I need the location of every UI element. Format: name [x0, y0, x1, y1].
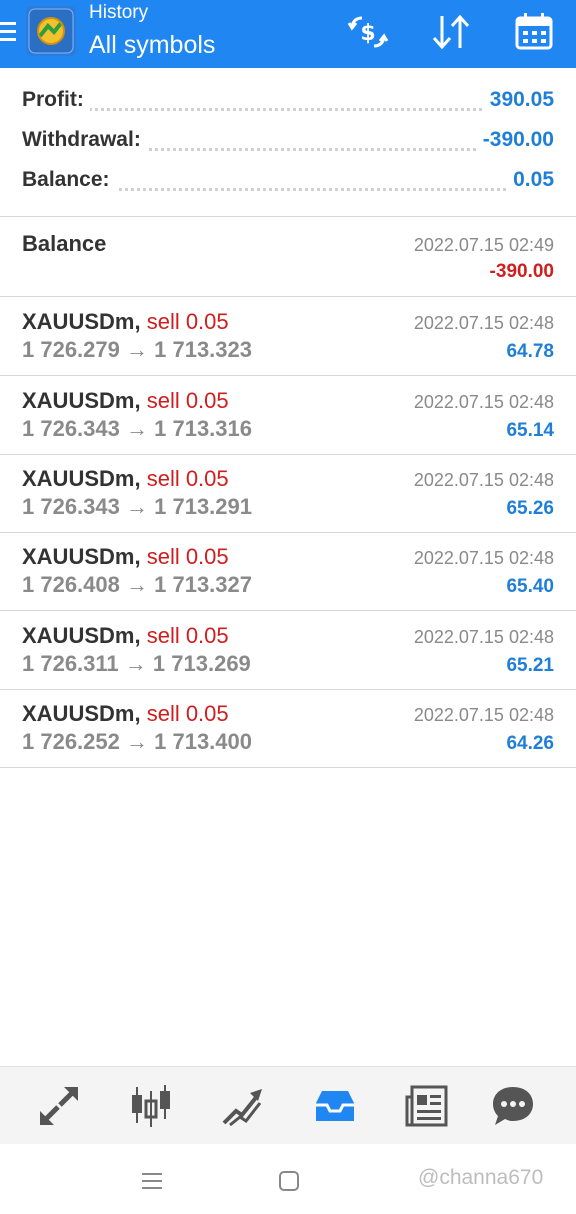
- deal-prices: 1 726.279 → 1 713.323: [22, 337, 252, 363]
- deal-row[interactable]: XAUUSDm, sell 0.05 1 726.343 → 1 713.291…: [0, 454, 576, 533]
- sort-icon[interactable]: [430, 10, 474, 54]
- deal-time: 2022.07.15 02:48: [413, 627, 554, 647]
- chart-icon[interactable]: [128, 1083, 174, 1129]
- symbol-name: XAUUSDm,: [22, 466, 141, 491]
- deal-side: sell 0.05: [146, 701, 229, 726]
- deal-profit: 65.14: [506, 420, 554, 441]
- close-price: 1 713.327: [154, 572, 252, 597]
- deal-prices: 1 726.311 → 1 713.269: [22, 651, 251, 677]
- open-price: 1 726.279: [22, 337, 120, 362]
- withdrawal-label: Withdrawal:: [22, 128, 147, 152]
- balance-label: Balance:: [22, 168, 116, 192]
- calendar-icon[interactable]: [512, 10, 556, 54]
- watermark: @channa670: [418, 1166, 544, 1189]
- arrow-icon: →: [126, 337, 148, 362]
- close-price: 1 713.316: [154, 416, 252, 441]
- open-price: 1 726.252: [22, 729, 120, 754]
- menu-icon[interactable]: [0, 20, 18, 44]
- currency-exchange-icon[interactable]: $: [346, 10, 390, 54]
- deal-prices: 1 726.408 → 1 713.327: [22, 572, 252, 598]
- arrow-icon: →: [124, 651, 147, 676]
- symbol-name: XAUUSDm,: [22, 623, 141, 648]
- arrow-icon: →: [126, 494, 148, 519]
- withdrawal-value: -390.00: [476, 128, 554, 152]
- deal-side: sell 0.05: [146, 544, 229, 569]
- deal-time: 2022.07.15 02:48: [413, 392, 554, 412]
- deal-symbol: XAUUSDm, sell 0.05: [22, 623, 229, 649]
- deal-profit: 64.78: [506, 341, 554, 362]
- symbol-name: XAUUSDm,: [22, 309, 141, 334]
- chat-icon[interactable]: [490, 1083, 536, 1129]
- arrow-icon: →: [126, 729, 148, 754]
- deal-side: sell 0.05: [146, 623, 229, 648]
- header-title[interactable]: All symbols: [89, 30, 215, 60]
- deal-prices: 1 726.252 → 1 713.400: [22, 729, 252, 755]
- deal-row[interactable]: XAUUSDm, sell 0.05 1 726.343 → 1 713.316…: [0, 376, 576, 455]
- deal-row[interactable]: XAUUSDm, sell 0.05 1 726.279 → 1 713.323…: [0, 297, 576, 376]
- header-subtitle: History: [89, 2, 149, 23]
- summary-panel: Profit: 390.05 Withdrawal: -390.00 Balan…: [0, 68, 576, 217]
- close-price: 1 713.400: [154, 729, 252, 754]
- recents-icon[interactable]: [137, 1166, 167, 1196]
- deal-profit: 64.26: [506, 733, 554, 754]
- deal-row[interactable]: XAUUSDm, sell 0.05 1 726.252 → 1 713.400…: [0, 689, 576, 768]
- app-header: History All symbols $: [0, 0, 576, 68]
- deal-time: 2022.07.15 02:48: [413, 548, 554, 568]
- app-logo: [26, 6, 76, 56]
- deal-prices: 1 726.343 → 1 713.316: [22, 416, 252, 442]
- close-price: 1 713.291: [154, 494, 252, 519]
- profit-value: 390.05: [483, 88, 554, 112]
- svg-text:$: $: [360, 21, 375, 46]
- profit-label: Profit:: [22, 88, 90, 112]
- summary-balance-row: Balance: 0.05: [22, 168, 554, 198]
- symbol-name: XAUUSDm,: [22, 544, 141, 569]
- open-price: 1 726.311: [22, 651, 119, 676]
- trade-icon[interactable]: [220, 1083, 266, 1129]
- balance-entry-row[interactable]: Balance 2022.07.15 02:49 -390.00: [0, 217, 576, 297]
- deal-symbol: XAUUSDm, sell 0.05: [22, 544, 229, 570]
- balance-value: 0.05: [507, 168, 554, 192]
- balance-entry-time: 2022.07.15 02:49: [413, 235, 554, 255]
- deal-side: sell 0.05: [146, 388, 229, 413]
- home-icon[interactable]: [274, 1166, 304, 1196]
- deal-side: sell 0.05: [146, 309, 229, 334]
- deal-row[interactable]: XAUUSDm, sell 0.05 1 726.311 → 1 713.269…: [0, 611, 576, 690]
- symbol-name: XAUUSDm,: [22, 701, 141, 726]
- deal-symbol: XAUUSDm, sell 0.05: [22, 388, 229, 414]
- deal-time: 2022.07.15 02:48: [413, 313, 554, 333]
- arrow-icon: →: [126, 416, 148, 441]
- deal-profit: 65.21: [506, 655, 554, 676]
- open-price: 1 726.343: [22, 416, 120, 441]
- leader-dots: [22, 108, 554, 111]
- deal-symbol: XAUUSDm, sell 0.05: [22, 701, 229, 727]
- deal-symbol: XAUUSDm, sell 0.05: [22, 309, 229, 335]
- deal-symbol: XAUUSDm, sell 0.05: [22, 466, 229, 492]
- deal-row[interactable]: XAUUSDm, sell 0.05 1 726.408 → 1 713.327…: [0, 532, 576, 611]
- deal-profit: 65.40: [506, 576, 554, 597]
- close-price: 1 713.323: [154, 337, 252, 362]
- deal-time: 2022.07.15 02:48: [413, 470, 554, 490]
- bottom-nav: [0, 1066, 576, 1145]
- balance-entry-label: Balance: [22, 231, 107, 256]
- open-price: 1 726.408: [22, 572, 120, 597]
- close-price: 1 713.269: [152, 651, 251, 676]
- news-icon[interactable]: [404, 1083, 450, 1129]
- summary-profit-row: Profit: 390.05: [22, 88, 554, 118]
- history-icon[interactable]: [312, 1083, 358, 1129]
- quotes-icon[interactable]: [36, 1083, 82, 1129]
- summary-withdrawal-row: Withdrawal: -390.00: [22, 128, 554, 158]
- deal-prices: 1 726.343 → 1 713.291: [22, 494, 252, 520]
- balance-entry-amount: -390.00: [489, 261, 554, 282]
- deal-side: sell 0.05: [146, 466, 229, 491]
- system-nav-bar: @channa670: [0, 1144, 576, 1214]
- deal-profit: 65.26: [506, 498, 554, 519]
- arrow-icon: →: [126, 572, 148, 597]
- symbol-name: XAUUSDm,: [22, 388, 141, 413]
- deal-time: 2022.07.15 02:48: [413, 705, 554, 725]
- open-price: 1 726.343: [22, 494, 120, 519]
